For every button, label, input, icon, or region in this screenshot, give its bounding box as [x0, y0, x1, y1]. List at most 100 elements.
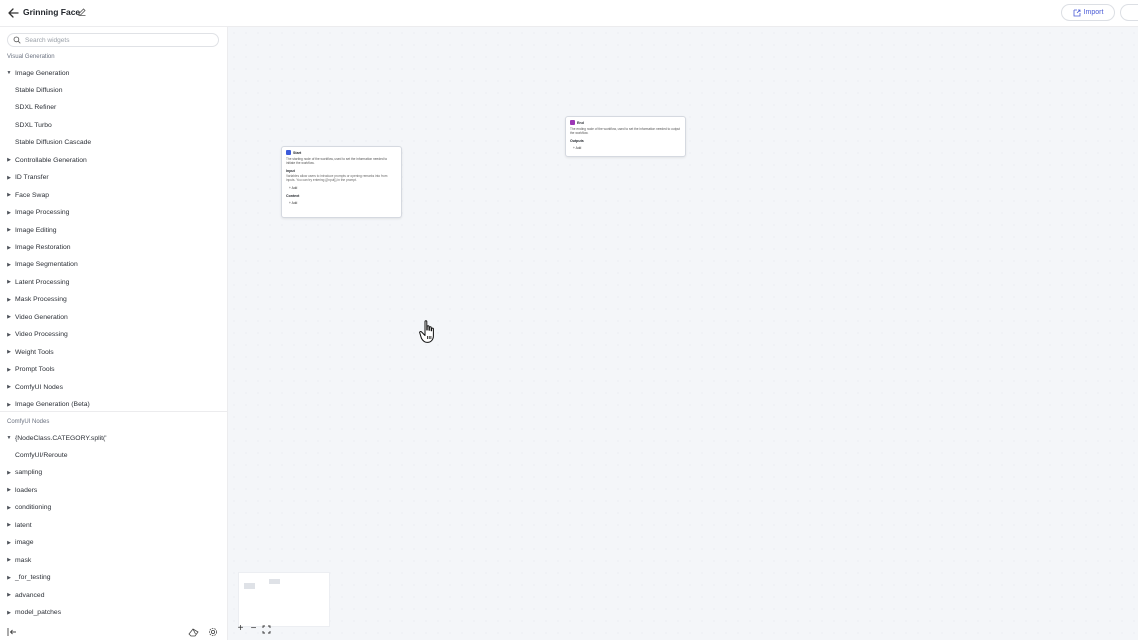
- category-item[interactable]: ▶ Latent Processing: [5, 275, 220, 289]
- minimap[interactable]: [238, 572, 330, 627]
- start-node-add-context-button[interactable]: + Add: [289, 201, 397, 205]
- category-item[interactable]: ▶ conditioning: [5, 501, 220, 515]
- caret-right-icon: ▶: [7, 384, 11, 391]
- sidebar-footer: [0, 624, 227, 640]
- category-item[interactable]: ▶ latent: [5, 518, 220, 532]
- category-item[interactable]: ▶ _for_testing: [5, 571, 220, 585]
- caret-right-icon: ▶: [7, 331, 11, 338]
- item-label: ComfyUI Nodes: [15, 383, 63, 391]
- item-label: Image Generation (Beta): [15, 401, 90, 409]
- widget-item[interactable]: Stable Diffusion Cascade: [15, 136, 230, 150]
- category-item[interactable]: ▶ Image Generation (Beta): [5, 398, 220, 412]
- category-item[interactable]: ▶ Face Swap: [5, 188, 220, 202]
- category-item[interactable]: ▶ Image Editing: [5, 223, 220, 237]
- category-item[interactable]: ▶ ID Transfer: [5, 171, 220, 185]
- caret-right-icon: ▶: [7, 522, 11, 529]
- caret-right-icon: ▶: [7, 487, 11, 494]
- caret-right-icon: ▶: [7, 227, 11, 234]
- item-label: Image Editing: [15, 226, 57, 234]
- caret-right-icon: ▶: [7, 574, 11, 581]
- zoom-in-icon[interactable]: +: [236, 624, 245, 634]
- widget-item[interactable]: SDXL Refiner: [15, 101, 230, 115]
- caret-down-icon: ▼: [6, 70, 12, 76]
- item-label: model_patches: [15, 609, 62, 616]
- category-item[interactable]: ▶ advanced: [5, 588, 220, 602]
- start-node-add-input-button[interactable]: + Add: [289, 186, 397, 190]
- import-button[interactable]: Import: [1061, 4, 1115, 21]
- search-input[interactable]: [25, 36, 205, 44]
- category-item[interactable]: ▶ Weight Tools: [5, 345, 220, 359]
- category-item[interactable]: ▶ Image Segmentation: [5, 258, 220, 272]
- item-label: {NodeClass.CATEGORY.split(': [15, 434, 107, 442]
- item-label: Weight Tools: [15, 348, 54, 356]
- item-label: _for_testing: [15, 574, 51, 582]
- category-item[interactable]: ▶ Image Processing: [5, 206, 220, 220]
- edit-icon[interactable]: [77, 7, 87, 17]
- widget-item[interactable]: ComfyUI/Reroute: [15, 448, 230, 462]
- category-item[interactable]: ▶ image: [5, 536, 220, 550]
- section-label-comfyui-nodes: ComfyUI Nodes: [7, 419, 50, 425]
- more-button[interactable]: [1120, 4, 1138, 21]
- caret-right-icon: ▶: [7, 174, 11, 181]
- item-label: image: [15, 539, 34, 547]
- start-node-input-description: Variables allow users to introduce promp…: [286, 174, 388, 183]
- gear-icon[interactable]: [208, 627, 218, 637]
- back-arrow-icon[interactable]: [6, 6, 20, 20]
- zoom-out-icon[interactable]: −: [249, 624, 258, 634]
- import-icon: [1073, 9, 1080, 16]
- search-icon: [13, 36, 21, 44]
- end-node-icon: [570, 120, 575, 125]
- item-label: Video Generation: [15, 313, 68, 321]
- item-label: Stable Diffusion: [15, 86, 63, 94]
- caret-right-icon: ▶: [7, 314, 11, 321]
- caret-right-icon: ▶: [7, 349, 11, 356]
- end-node-add-output-button[interactable]: + Add: [573, 146, 681, 150]
- category-item[interactable]: ▶ sampling: [5, 466, 220, 480]
- start-node-input-label: Input: [286, 169, 295, 174]
- item-label: Image Restoration: [15, 244, 71, 251]
- caret-right-icon: ▶: [7, 279, 11, 286]
- start-node-icon: [286, 150, 291, 155]
- caret-down-icon: ▼: [6, 435, 12, 441]
- category-item[interactable]: ▶ Video Generation: [5, 310, 220, 324]
- fit-view-icon[interactable]: [262, 625, 271, 634]
- workflow-title: Grinning Face: [23, 7, 81, 17]
- start-node-description: The starting node of the workflow, used …: [286, 157, 388, 166]
- caret-right-icon: ▶: [7, 209, 11, 216]
- item-label: SDXL Refiner: [15, 104, 57, 112]
- end-node-outputs-label: Outputs: [570, 139, 584, 144]
- item-label: Stable Diffusion Cascade: [15, 139, 92, 147]
- caret-right-icon: ▶: [7, 609, 11, 616]
- item-label: Face Swap: [15, 191, 50, 199]
- end-node-header: End: [570, 120, 681, 125]
- widget-item[interactable]: Stable Diffusion: [15, 83, 230, 97]
- end-node[interactable]: End The ending node of the workflow, use…: [565, 116, 686, 157]
- category-item[interactable]: ▶ Controllable Generation: [5, 153, 220, 167]
- item-label: Video Processing: [15, 331, 68, 339]
- start-node[interactable]: Start The starting node of the workflow,…: [281, 146, 402, 218]
- end-node-description: The ending node of the workflow, used to…: [570, 127, 681, 136]
- category-item[interactable]: ▼ Image Generation: [5, 66, 220, 80]
- category-item[interactable]: ▶ Image Restoration: [5, 241, 220, 255]
- category-item[interactable]: ▼ {NodeClass.CATEGORY.split(': [5, 431, 220, 445]
- item-label: advanced: [15, 591, 45, 599]
- caret-right-icon: ▶: [7, 157, 11, 164]
- search-box[interactable]: [7, 33, 219, 47]
- end-node-title: End: [577, 120, 584, 125]
- widget-item[interactable]: SDXL Turbo: [15, 118, 230, 132]
- collapse-sidebar-icon[interactable]: [7, 627, 17, 637]
- category-item[interactable]: ▶ ComfyUI Nodes: [5, 380, 220, 394]
- category-item[interactable]: ▶ model_patches: [5, 606, 220, 620]
- item-label: Mask Processing: [15, 296, 67, 304]
- caret-right-icon: ▶: [7, 366, 11, 373]
- category-item[interactable]: ▶ mask: [5, 553, 220, 567]
- item-label: Image Processing: [15, 209, 70, 217]
- item-label: Image Segmentation: [15, 261, 78, 269]
- category-item[interactable]: ▶ Video Processing: [5, 328, 220, 342]
- category-item[interactable]: ▶ loaders: [5, 483, 220, 497]
- eraser-icon[interactable]: [188, 627, 200, 637]
- item-label: SDXL Turbo: [15, 121, 52, 129]
- category-item[interactable]: ▶ Prompt Tools: [5, 363, 220, 377]
- start-node-header: Start: [286, 150, 397, 155]
- category-item[interactable]: ▶ Mask Processing: [5, 293, 220, 307]
